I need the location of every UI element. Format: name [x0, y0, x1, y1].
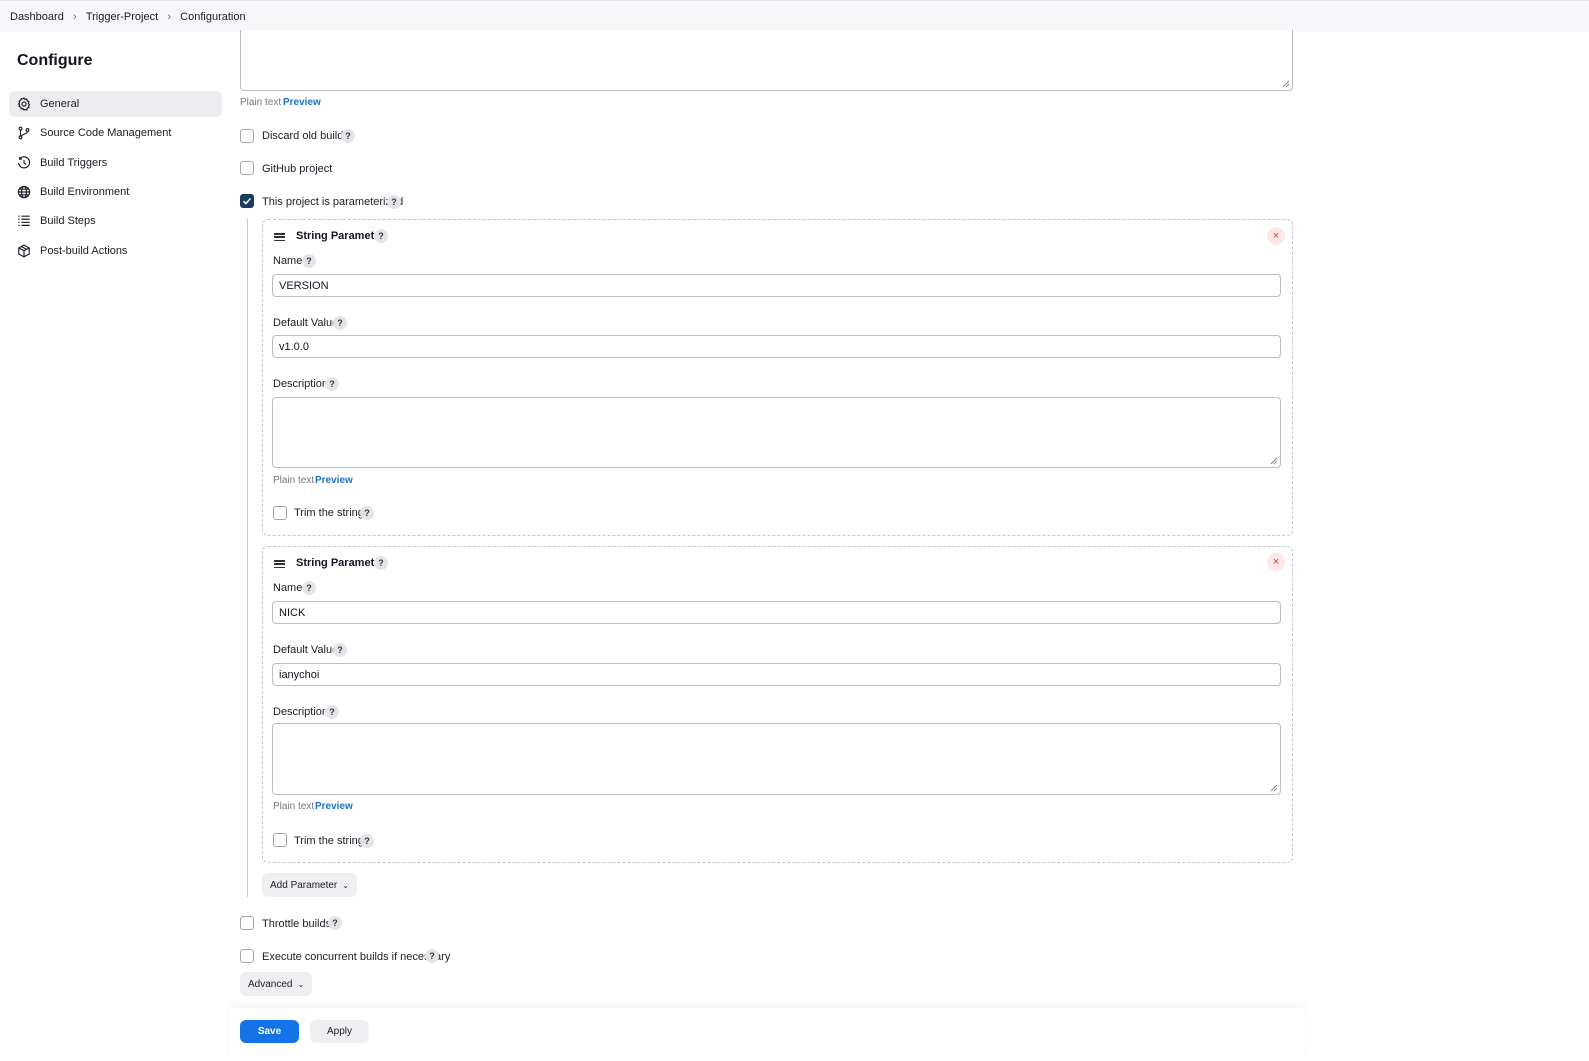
parameter-type-title: String Parameter	[296, 230, 385, 242]
help-icon[interactable]: ?	[333, 643, 347, 657]
plain-text-label: Plain text	[240, 97, 282, 108]
default-value-input[interactable]	[272, 335, 1281, 358]
project-description-textarea[interactable]	[240, 30, 1293, 91]
help-icon[interactable]: ?	[341, 129, 355, 143]
name-label: Name	[273, 255, 303, 267]
trim-string-checkbox[interactable]	[273, 833, 287, 847]
throttle-builds-label: Throttle builds	[262, 918, 332, 930]
preview-link[interactable]: Preview	[315, 475, 353, 486]
preview-link[interactable]: Preview	[315, 801, 353, 812]
help-icon[interactable]: ?	[374, 229, 388, 243]
drag-handle-icon[interactable]	[274, 560, 285, 569]
plain-text-label: Plain text	[273, 801, 315, 812]
close-icon[interactable]: ×	[1267, 553, 1285, 571]
default-value-label: Default Value	[273, 317, 339, 329]
apply-button[interactable]: Apply	[310, 1020, 369, 1043]
bottom-action-bar	[230, 1008, 1305, 1061]
resize-grip-icon[interactable]	[1270, 784, 1278, 792]
help-icon[interactable]: ?	[333, 316, 347, 330]
parameterized-label: This project is parameterized	[262, 196, 404, 208]
description-label: Description	[273, 378, 329, 390]
nested-section-line	[247, 218, 248, 897]
drag-handle-icon[interactable]	[274, 233, 285, 242]
resize-grip-icon[interactable]	[1282, 80, 1290, 88]
advanced-label: Advanced	[248, 978, 293, 990]
string-parameter-panel	[262, 546, 1293, 863]
add-parameter-button[interactable]: Add Parameter ⌄	[262, 873, 357, 897]
name-label: Name	[273, 582, 303, 594]
trim-string-checkbox[interactable]	[273, 506, 287, 520]
github-project-checkbox[interactable]	[240, 161, 254, 175]
advanced-button[interactable]: Advanced ⌄	[240, 972, 313, 996]
help-icon[interactable]: ?	[325, 377, 339, 391]
help-icon[interactable]: ?	[325, 705, 339, 719]
description-label: Description	[273, 706, 329, 718]
help-icon[interactable]: ?	[302, 581, 316, 595]
chevron-down-icon: ⌄	[297, 979, 305, 989]
help-icon[interactable]: ?	[302, 254, 316, 268]
parameter-description-textarea[interactable]	[272, 723, 1281, 795]
parameter-name-input[interactable]	[272, 274, 1281, 297]
parameter-name-input[interactable]	[272, 601, 1281, 624]
config-form: Plain text Preview Discard old builds ? …	[0, 0, 1589, 1061]
parameter-type-title: String Parameter	[296, 557, 385, 569]
help-icon[interactable]: ?	[374, 556, 388, 570]
help-icon[interactable]: ?	[425, 949, 439, 963]
plain-text-label: Plain text	[273, 475, 315, 486]
github-project-label: GitHub project	[262, 163, 333, 175]
string-parameter-panel	[262, 219, 1293, 536]
close-icon[interactable]: ×	[1267, 227, 1285, 245]
help-icon[interactable]: ?	[387, 195, 401, 209]
help-icon[interactable]: ?	[360, 834, 374, 848]
help-icon[interactable]: ?	[360, 506, 374, 520]
default-value-label: Default Value	[273, 644, 339, 656]
preview-link[interactable]: Preview	[283, 97, 321, 108]
throttle-builds-checkbox[interactable]	[240, 916, 254, 930]
parameter-description-textarea[interactable]	[272, 397, 1281, 468]
save-button[interactable]: Save	[240, 1020, 299, 1043]
concurrent-builds-checkbox[interactable]	[240, 949, 254, 963]
parameterized-checkbox[interactable]	[240, 194, 254, 208]
trim-string-label: Trim the string	[294, 507, 364, 519]
trim-string-label: Trim the string	[294, 835, 364, 847]
resize-grip-icon[interactable]	[1270, 457, 1278, 465]
discard-old-builds-label: Discard old builds	[262, 130, 349, 142]
checkmark-icon	[242, 197, 252, 205]
default-value-input[interactable]	[272, 663, 1281, 686]
add-parameter-label: Add Parameter	[270, 879, 338, 891]
help-icon[interactable]: ?	[328, 916, 342, 930]
chevron-down-icon: ⌄	[342, 880, 349, 890]
concurrent-builds-label: Execute concurrent builds if necessary	[262, 951, 451, 963]
discard-old-builds-checkbox[interactable]	[240, 129, 254, 143]
